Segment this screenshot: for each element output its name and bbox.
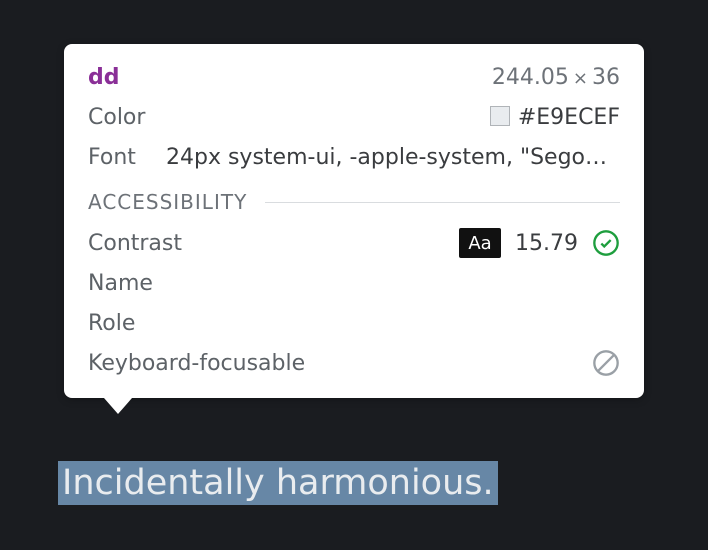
element-inspector-tooltip: dd 244.05×36 Color #E9ECEF Font 24px sys… [64, 44, 644, 398]
font-value: 24px system-ui, -apple-system, "Segoe… [158, 145, 620, 170]
section-divider [265, 202, 620, 203]
not-allowed-icon [592, 349, 620, 377]
name-label: Name [88, 271, 153, 296]
color-label: Color [88, 105, 168, 130]
color-value: #E9ECEF [518, 105, 620, 130]
font-label: Font [88, 145, 158, 170]
role-row: Role [88, 308, 620, 338]
check-circle-icon [592, 229, 620, 257]
times-icon: × [569, 68, 592, 89]
contrast-value-group: Aa 15.79 [459, 228, 620, 258]
keyboard-row: Keyboard-focusable [88, 348, 620, 378]
highlighted-text: Incidentally harmonious. [58, 461, 498, 505]
element-dimensions: 244.05×36 [492, 65, 620, 90]
accessibility-title: Accessibility [88, 190, 247, 214]
dim-width: 244.05 [492, 65, 569, 90]
role-label: Role [88, 311, 135, 336]
dim-height: 36 [592, 65, 620, 90]
color-value-wrap: #E9ECEF [168, 105, 620, 130]
contrast-sample-icon: Aa [459, 228, 501, 258]
font-row: Font 24px system-ui, -apple-system, "Seg… [88, 142, 620, 172]
color-swatch-icon [490, 106, 510, 126]
accessibility-header: Accessibility [88, 190, 620, 214]
contrast-ratio: 15.79 [515, 231, 578, 256]
tag-dims-row: dd 244.05×36 [88, 62, 620, 92]
name-row: Name [88, 268, 620, 298]
contrast-label: Contrast [88, 231, 182, 256]
highlighted-element[interactable]: Incidentally harmonious. [58, 462, 498, 504]
element-tag-name: dd [88, 65, 120, 90]
contrast-row: Contrast Aa 15.79 [88, 228, 620, 258]
color-row: Color #E9ECEF [88, 102, 620, 132]
keyboard-label: Keyboard-focusable [88, 351, 305, 376]
